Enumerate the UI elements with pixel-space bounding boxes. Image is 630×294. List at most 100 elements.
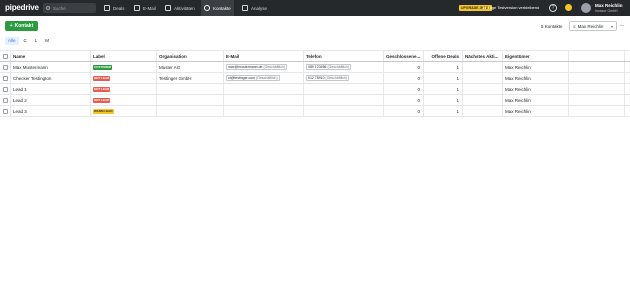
empty-cell (625, 84, 630, 94)
empty-cell (569, 73, 625, 83)
owner-name[interactable]: Max Reichlin (503, 62, 569, 72)
table-row[interactable]: Max Mustermann CUSTOMER Muster AG max@mu… (0, 62, 630, 73)
next-activity[interactable] (463, 95, 503, 105)
nav-contacts-label: Kontakte (213, 5, 231, 11)
phone-type: (Geschäftlich) (327, 65, 350, 69)
chart-icon (242, 5, 248, 11)
column-header-name[interactable]: Name (11, 51, 91, 61)
phone-pill[interactable]: 012 78910 (Geschäftlich) (306, 75, 350, 81)
email-cell[interactable]: ct@testinger.com (Geschäftlich) (224, 73, 304, 83)
owner-name[interactable]: Max Reichlin (503, 73, 569, 83)
organization-name[interactable]: Muster AG (157, 62, 224, 72)
user-name[interactable]: Max Reichlin (595, 3, 623, 8)
label-cell[interactable]: HOT LEAD (91, 73, 157, 83)
empty-cell (569, 95, 625, 105)
nav-activities-label: Aktivitäten (174, 5, 195, 11)
nav-contacts[interactable]: Kontakte (201, 0, 234, 16)
nav-insights[interactable]: Analyse (239, 0, 270, 16)
email-cell[interactable] (224, 84, 304, 94)
add-contact-button[interactable]: + Kontakt (5, 21, 38, 31)
table-row[interactable]: Lead 1 HOT LEAD 0 1 Max Reichlin (0, 84, 630, 95)
next-activity[interactable] (463, 84, 503, 94)
column-settings-icon[interactable] (625, 51, 630, 61)
trial-remaining-text[interactable]: 14 Tage Testversion verbleibend (482, 5, 539, 10)
email-address: ct@testinger.com (228, 76, 256, 80)
owner-name[interactable]: Max Reichlin (503, 95, 569, 105)
row-checkbox[interactable] (0, 84, 11, 94)
label-cell[interactable]: HOT LEAD (91, 95, 157, 105)
column-header-phone[interactable]: Telefon (304, 51, 384, 61)
label-cell[interactable]: WARM LEAD (91, 106, 157, 116)
avatar[interactable] (581, 3, 591, 13)
letter-filter-all[interactable]: Alle (5, 37, 19, 45)
lightbulb-icon[interactable] (565, 4, 572, 11)
row-checkbox[interactable] (0, 95, 11, 105)
phone-pill[interactable]: 089 123456 (Geschäftlich) (306, 64, 352, 70)
dollar-icon (104, 5, 110, 11)
column-header-organization[interactable]: Organisation (157, 51, 224, 61)
empty-cell (569, 106, 625, 116)
owner-filter-value: Max Reichlin (577, 23, 604, 29)
owner-name[interactable]: Max Reichlin (503, 84, 569, 94)
nav-insights-label: Analyse (251, 5, 268, 11)
email-cell[interactable] (224, 95, 304, 105)
more-options-icon[interactable]: ... (620, 22, 624, 28)
letter-filter-l[interactable]: L (32, 37, 41, 45)
column-header-label[interactable]: Label (91, 51, 157, 61)
nav-deals-label: Deals (113, 5, 125, 11)
contact-name[interactable]: Max Mustermann (11, 62, 91, 72)
contact-name[interactable]: Checker Testington (11, 73, 91, 83)
nav-email[interactable]: E-Mail (131, 0, 159, 16)
select-all-checkbox[interactable] (0, 51, 11, 61)
empty-cell (625, 106, 630, 116)
column-header-closed-deals[interactable]: Geschlossene... (384, 51, 424, 61)
email-cell[interactable]: max@mustermann.de (Geschäftlich) (224, 62, 304, 72)
organization-name[interactable] (157, 106, 224, 116)
email-pill[interactable]: max@mustermann.de (Geschäftlich) (226, 64, 288, 70)
column-header-next-activity[interactable]: Nächstes Akti... (463, 51, 503, 61)
phone-cell[interactable] (304, 95, 384, 105)
open-deals-count: 1 (424, 95, 463, 105)
owner-filter-dropdown[interactable]: ≡ Max Reichlin ▾ (569, 21, 617, 31)
column-header-email[interactable]: E-Mail (224, 51, 304, 61)
row-checkbox[interactable] (0, 62, 11, 72)
nav-deals[interactable]: Deals (101, 0, 128, 16)
column-header-open-deals[interactable]: Offene Deals (424, 51, 463, 61)
phone-cell[interactable]: 089 123456 (Geschäftlich) (304, 62, 384, 72)
label-cell[interactable]: HOT LEAD (91, 84, 157, 94)
contact-name[interactable]: Lead 2 (11, 95, 91, 105)
plus-icon: + (9, 23, 13, 29)
help-icon[interactable]: ? (549, 4, 557, 12)
next-activity[interactable] (463, 62, 503, 72)
contact-name[interactable]: Lead 1 (11, 84, 91, 94)
filter-icon: ≡ (573, 23, 576, 29)
table-row[interactable]: Lead 3 WARM LEAD 0 1 Max Reichlin (0, 106, 630, 117)
empty-cell (625, 73, 630, 83)
phone-cell[interactable] (304, 106, 384, 116)
letter-filter-c[interactable]: C (21, 37, 30, 45)
checkbox-box (2, 53, 8, 59)
search-input[interactable]: Suche (43, 3, 96, 13)
next-activity[interactable] (463, 106, 503, 116)
organization-name[interactable]: Testinger GmbH (157, 73, 224, 83)
email-pill[interactable]: ct@testinger.com (Geschäftlich) (226, 75, 280, 81)
email-cell[interactable] (224, 106, 304, 116)
row-checkbox[interactable] (0, 106, 11, 116)
letter-filter-m[interactable]: M (42, 37, 52, 45)
open-deals-count: 1 (424, 62, 463, 72)
pipedrive-logo[interactable]: pipedrive (5, 3, 39, 12)
label-cell[interactable]: CUSTOMER (91, 62, 157, 72)
table-row[interactable]: Checker Testington HOT LEAD Testinger Gm… (0, 73, 630, 84)
table-row[interactable]: Lead 2 HOT LEAD 0 1 Max Reichlin (0, 95, 630, 106)
checkbox-box (2, 86, 8, 92)
row-checkbox[interactable] (0, 73, 11, 83)
column-header-owner[interactable]: Eigentümer (503, 51, 569, 61)
owner-name[interactable]: Max Reichlin (503, 106, 569, 116)
phone-cell[interactable]: 012 78910 (Geschäftlich) (304, 73, 384, 83)
organization-name[interactable] (157, 84, 224, 94)
phone-cell[interactable] (304, 84, 384, 94)
organization-name[interactable] (157, 95, 224, 105)
contact-name[interactable]: Lead 3 (11, 106, 91, 116)
nav-activities[interactable]: Aktivitäten (162, 0, 198, 16)
next-activity[interactable] (463, 73, 503, 83)
